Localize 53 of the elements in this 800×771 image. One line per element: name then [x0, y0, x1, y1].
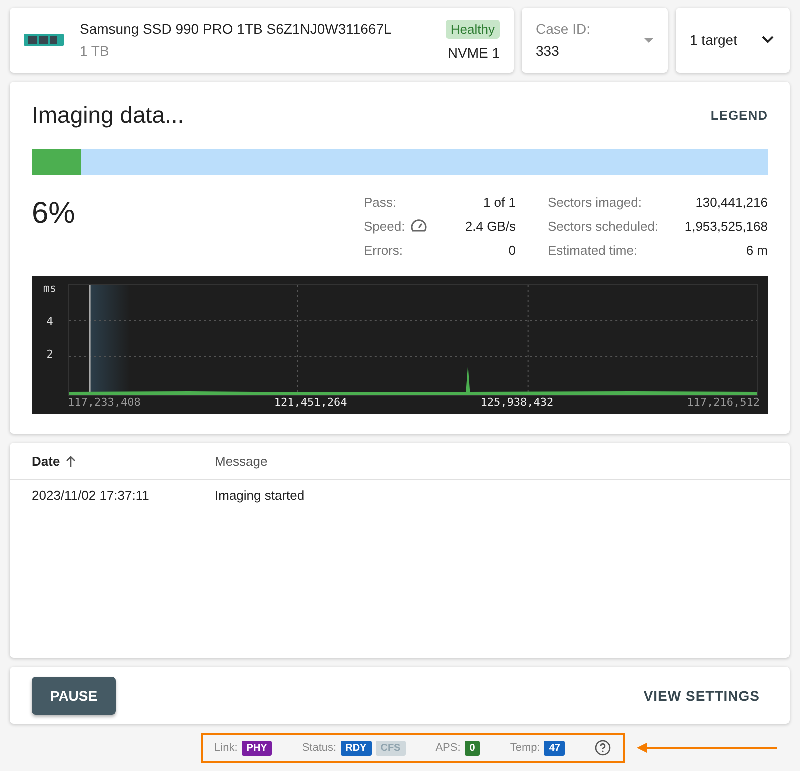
imaging-title: Imaging data... [32, 102, 184, 129]
gauge-icon [411, 219, 428, 234]
view-settings-button[interactable]: VIEW SETTINGS [644, 684, 760, 708]
device-interface: NVME 1 [448, 44, 500, 61]
health-badge: Healthy [446, 20, 500, 39]
ssd-icon [24, 33, 64, 48]
target-label: 1 target [690, 32, 738, 48]
stat-label: Speed: [364, 218, 406, 234]
progress-percent: 6% [32, 196, 76, 232]
stat-value: 0 [508, 242, 516, 258]
stat-label: Pass: [364, 194, 397, 210]
status-badge: CFS [376, 740, 406, 756]
status-badge: RDY [340, 740, 372, 756]
column-header[interactable]: Date [32, 454, 60, 469]
arrow-icon [637, 743, 778, 754]
dropdown-icon [644, 38, 654, 43]
pause-button[interactable]: PAUSE [32, 676, 116, 715]
y-axis-label: 2 [46, 348, 54, 361]
case-id-select[interactable]: Case ID: 333 [522, 8, 668, 73]
status-label: Temp: [510, 742, 540, 754]
status-badge: 0 [464, 740, 480, 756]
device-name: Samsung SSD 990 PRO 1TB S6Z1NJ0W311667L [80, 21, 392, 38]
help-icon[interactable] [595, 740, 612, 756]
status-badge: 47 [544, 740, 566, 756]
status-badge: PHY [242, 740, 272, 756]
stat-label: Sectors scheduled: [548, 218, 659, 234]
stat-value: 2.4 GB/s [464, 218, 516, 234]
stat-value: 6 m [745, 242, 768, 258]
status-label: Status: [302, 742, 337, 754]
stat-value: 130,441,216 [694, 194, 768, 210]
status-label: APS: [436, 742, 461, 754]
chevron-down-icon [762, 36, 774, 44]
stat-value: 1,953,525,168 [684, 218, 768, 234]
stat-label: Sectors imaged: [548, 194, 642, 210]
x-axis-label: 117,233,408 [68, 396, 141, 411]
sort-arrow-icon [66, 456, 76, 467]
stat-value: 1 of 1 [482, 194, 516, 210]
device-capacity: 1 TB [80, 43, 110, 60]
x-axis-label: 125,938,432 [480, 396, 554, 411]
stat-label: Errors: [364, 242, 403, 258]
status-label: Link: [214, 742, 238, 754]
stat-label: Estimated time: [548, 242, 638, 258]
table-cell-text: 2023/11/02 17:37:11 [32, 488, 150, 503]
x-axis-label: 121,451,264 [274, 396, 348, 411]
target-select[interactable]: 1 target [676, 8, 790, 73]
case-id-value: 333 [536, 43, 560, 60]
table-cell-text: Imaging started [215, 488, 306, 503]
y-axis-label: 4 [46, 314, 54, 328]
case-id-label: Case ID: [536, 21, 590, 38]
legend-button[interactable]: LEGEND [710, 104, 768, 127]
axis-unit: ms [43, 282, 57, 295]
column-header[interactable]: Message [215, 454, 268, 469]
x-axis-label: 117,216,512 [687, 396, 760, 411]
